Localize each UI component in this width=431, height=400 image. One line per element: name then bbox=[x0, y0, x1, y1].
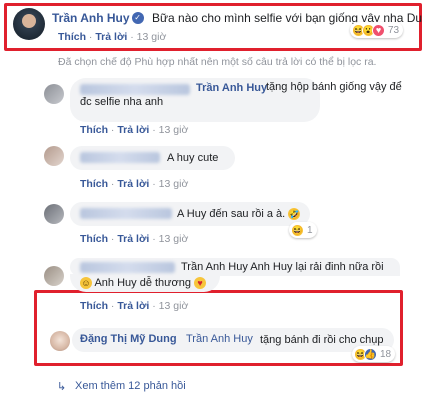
reaction-summary[interactable]: 😆 1 bbox=[289, 222, 317, 238]
author-name[interactable]: Trần Anh Huy bbox=[52, 11, 130, 25]
comment-actions: Thích · Trả lời · 13 giờ bbox=[58, 31, 167, 43]
reply-text-line2: đc selfie nha anh bbox=[80, 96, 164, 108]
like-link[interactable]: Thích bbox=[58, 31, 86, 43]
timestamp[interactable]: 13 giờ bbox=[159, 178, 189, 190]
avatar[interactable] bbox=[44, 146, 64, 166]
redacted-name bbox=[80, 208, 172, 219]
timestamp[interactable]: 13 giờ bbox=[159, 124, 189, 136]
reply-actions: Thích · Trả lời · 13 giờ bbox=[80, 300, 189, 312]
reply-text: A huy cute bbox=[167, 152, 219, 164]
mention-link[interactable]: Trần Anh Huy bbox=[186, 332, 253, 347]
reply-bubble: A Huy đến sau rồi a à. 🤣 bbox=[70, 202, 310, 226]
reply-actions: Thích · Trả lời · 13 giờ bbox=[80, 124, 189, 136]
timestamp[interactable]: 13 giờ bbox=[159, 233, 189, 245]
avatar[interactable] bbox=[13, 8, 45, 40]
avatar[interactable] bbox=[44, 266, 64, 286]
haha-icon: 😆 bbox=[291, 223, 304, 237]
reaction-count: 73 bbox=[388, 24, 400, 36]
like-link[interactable]: Thích bbox=[80, 124, 108, 136]
mention-link[interactable]: Trần Anh Huy bbox=[196, 81, 267, 96]
reaction-count: 18 bbox=[380, 348, 392, 360]
filter-notice: Đã chọn chế độ Phù hợp nhất nên một số c… bbox=[58, 56, 377, 68]
view-more-replies-link[interactable]: Xem thêm 12 phản hồi bbox=[75, 380, 186, 392]
heart-eyes-icon: ♥ bbox=[194, 277, 207, 290]
reaction-count: 1 bbox=[307, 224, 313, 236]
redacted-name bbox=[80, 262, 175, 273]
avatar[interactable] bbox=[44, 204, 64, 224]
heart-icon: ♥ bbox=[372, 23, 385, 37]
avatar[interactable] bbox=[44, 84, 64, 104]
reply-bubble: Đặng Thị Mỹ Dung Trần Anh Huy tặng bánh … bbox=[72, 328, 394, 352]
like-icon: 👍 bbox=[364, 347, 377, 361]
reply-bubble: A huy cute bbox=[70, 146, 235, 170]
reply-link[interactable]: Trả lời bbox=[117, 124, 149, 136]
author-name[interactable]: Đặng Thị Mỹ Dung bbox=[80, 332, 177, 347]
reply-link[interactable]: Trả lời bbox=[117, 178, 149, 190]
avatar[interactable] bbox=[50, 331, 70, 351]
like-link[interactable]: Thích bbox=[80, 300, 108, 312]
reaction-summary[interactable]: 😆 👍 18 bbox=[352, 346, 396, 362]
reply-actions: Thích · Trả lời · 13 giờ bbox=[80, 178, 189, 190]
timestamp[interactable]: 13 giờ bbox=[159, 300, 189, 312]
reply-link[interactable]: Trả lời bbox=[95, 31, 127, 43]
timestamp[interactable]: 13 giờ bbox=[137, 31, 167, 43]
verified-icon: ✓ bbox=[131, 11, 144, 24]
reply-text: Trần Anh Huy Anh Huy lại rải đinh nữa rồ… bbox=[181, 261, 384, 273]
smile-icon: ☺ bbox=[80, 277, 92, 290]
reply-actions: Thích · Trả lời · 13 giờ bbox=[80, 233, 189, 245]
rofl-icon: 🤣 bbox=[288, 208, 301, 221]
reply-text-line2: ☺ Anh Huy dễ thương ♥ bbox=[80, 277, 207, 290]
reply-link[interactable]: Trả lời bbox=[117, 233, 149, 245]
reply-text: tặng hộp bánh giống vậy để bbox=[266, 81, 402, 93]
reply-arrow-icon: ↳ bbox=[57, 381, 67, 393]
reaction-summary[interactable]: 😆 😮 ♥ 73 bbox=[350, 22, 404, 38]
like-link[interactable]: Thích bbox=[80, 233, 108, 245]
like-link[interactable]: Thích bbox=[80, 178, 108, 190]
redacted-name bbox=[80, 84, 190, 95]
redacted-name bbox=[80, 152, 160, 163]
reply-link[interactable]: Trả lời bbox=[117, 300, 149, 312]
reply-text: A Huy đến sau rồi a à. 🤣 bbox=[177, 208, 301, 221]
